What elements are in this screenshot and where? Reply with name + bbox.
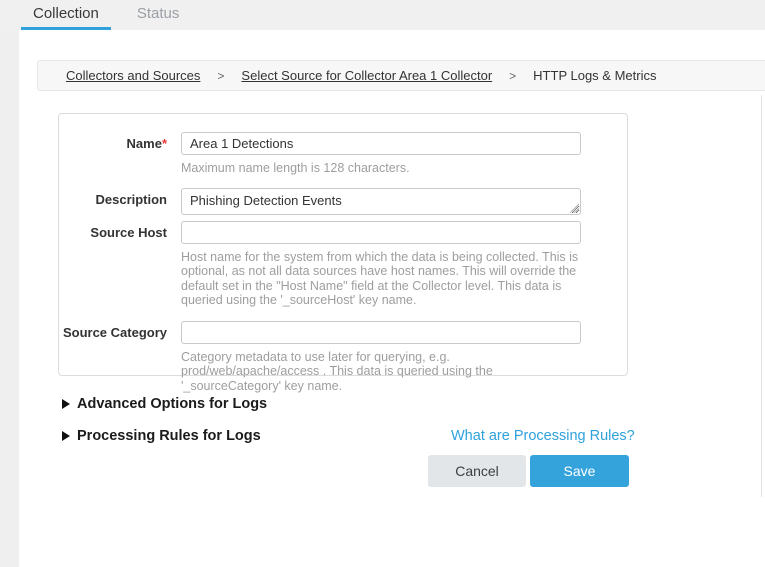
name-input[interactable] — [181, 132, 581, 155]
tab-status[interactable]: Status — [125, 0, 192, 30]
source-host-input[interactable] — [181, 221, 581, 244]
breadcrumb-collectors-and-sources[interactable]: Collectors and Sources — [66, 68, 200, 83]
tab-bar: Collection Status — [0, 0, 765, 30]
breadcrumb-separator: > — [509, 69, 516, 83]
source-config-panel: Name* Maximum name length is 128 charact… — [58, 113, 628, 376]
source-category-label: Source Category — [59, 321, 167, 394]
source-host-helper-text: Host name for the system from which the … — [181, 250, 581, 308]
source-host-row: Source Host Host name for the system fro… — [59, 221, 627, 308]
description-textarea[interactable]: Phishing Detection Events — [181, 188, 581, 215]
tab-collection-label: Collection — [33, 5, 99, 22]
breadcrumb-separator: > — [217, 69, 224, 83]
description-label: Description — [59, 188, 167, 215]
source-category-row: Source Category Category metadata to use… — [59, 321, 627, 394]
tab-status-label: Status — [137, 5, 180, 22]
tab-collection[interactable]: Collection — [21, 0, 111, 30]
name-label: Name* — [59, 132, 167, 176]
advanced-options-section-toggle[interactable]: Advanced Options for Logs — [62, 396, 267, 412]
description-row: Description Phishing Detection Events — [59, 188, 627, 215]
cancel-button[interactable]: Cancel — [428, 455, 526, 487]
source-host-label: Source Host — [59, 221, 167, 308]
caret-right-icon — [62, 399, 70, 409]
save-button[interactable]: Save — [530, 455, 629, 487]
breadcrumb-current-page: HTTP Logs & Metrics — [533, 68, 656, 83]
breadcrumb: Collectors and Sources > Select Source f… — [37, 60, 765, 91]
source-category-input[interactable] — [181, 321, 581, 344]
name-row: Name* Maximum name length is 128 charact… — [59, 132, 627, 176]
content-right-border — [761, 95, 762, 497]
advanced-options-label: Advanced Options for Logs — [77, 396, 267, 412]
source-category-helper-text: Category metadata to use later for query… — [181, 350, 581, 394]
breadcrumb-select-source[interactable]: Select Source for Collector Area 1 Colle… — [241, 68, 492, 83]
required-asterisk: * — [162, 136, 167, 151]
caret-right-icon — [62, 431, 70, 441]
name-helper-text: Maximum name length is 128 characters. — [181, 161, 581, 176]
left-gutter — [0, 30, 19, 567]
processing-rules-label: Processing Rules for Logs — [77, 428, 261, 444]
processing-rules-section-toggle[interactable]: Processing Rules for Logs — [62, 428, 261, 444]
what-are-processing-rules-link[interactable]: What are Processing Rules? — [451, 428, 635, 444]
